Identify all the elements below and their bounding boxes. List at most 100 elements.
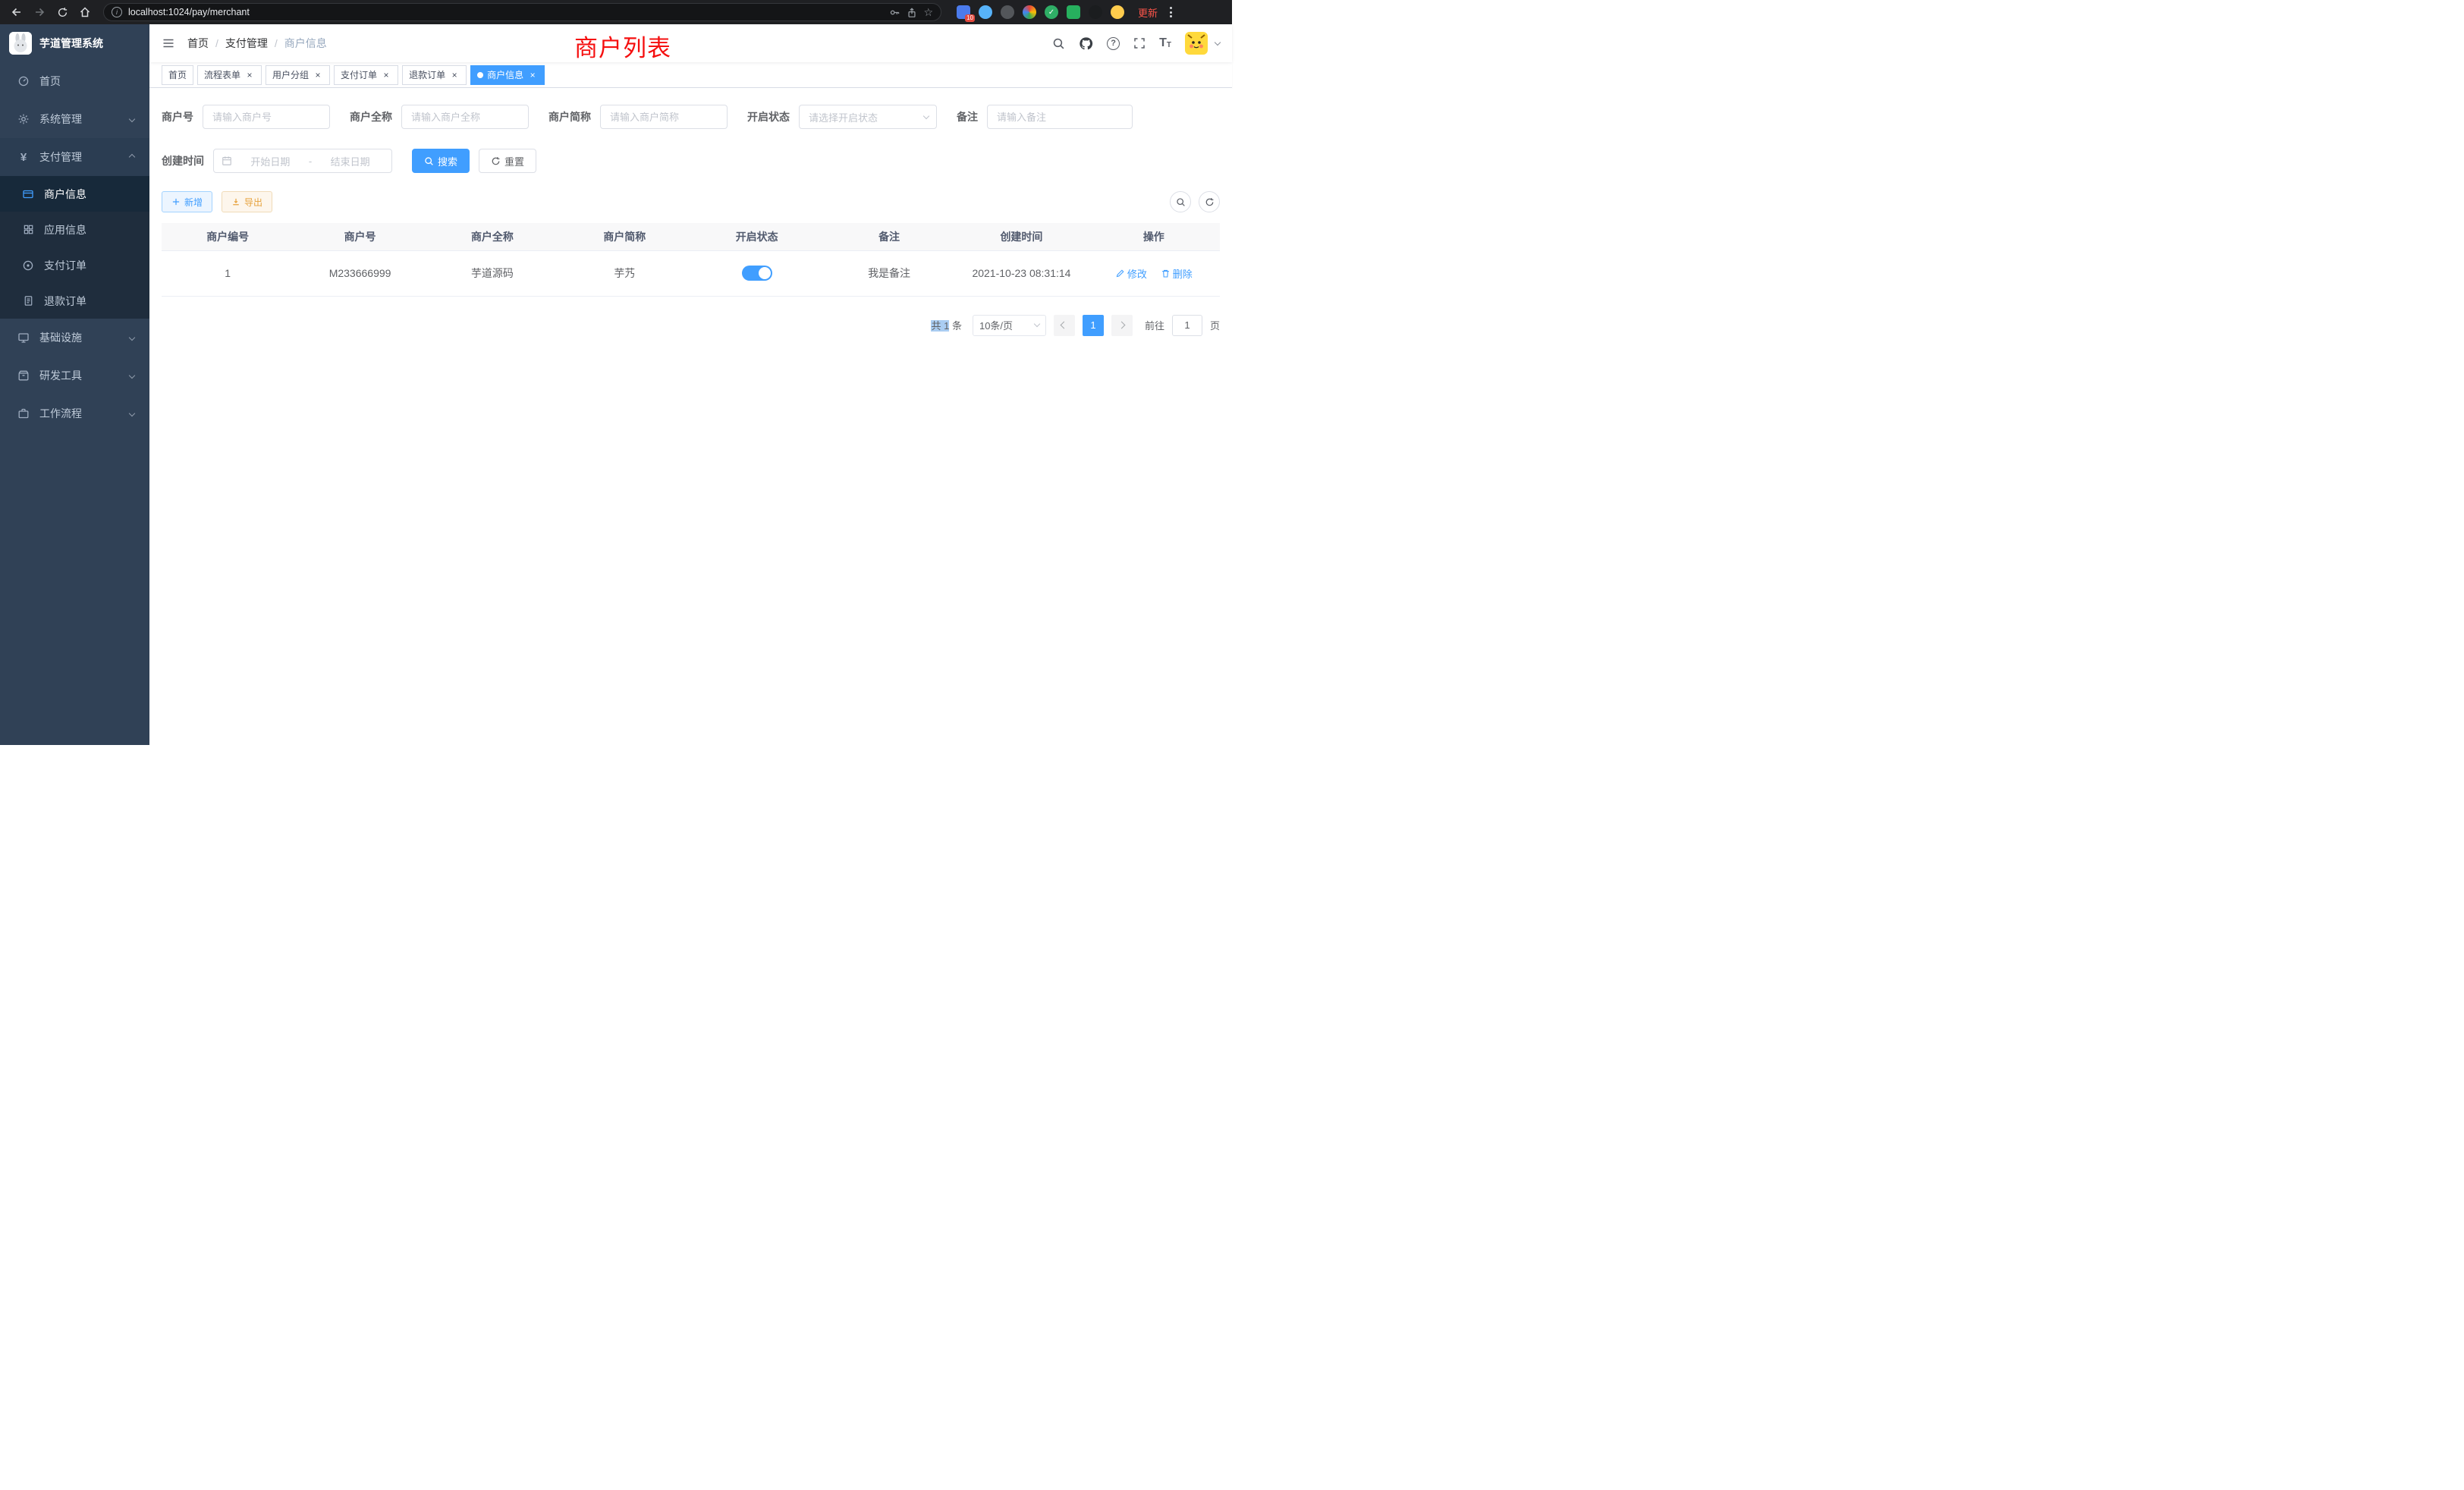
cell-full-name: 芋道源码 xyxy=(426,250,558,296)
close-icon[interactable]: × xyxy=(527,70,538,80)
app-logo[interactable]: 芋道管理系统 xyxy=(0,24,149,62)
table-tools xyxy=(1170,191,1220,212)
select-placeholder: 请选择开启状态 xyxy=(809,110,878,124)
sidebar-item-label: 首页 xyxy=(39,74,61,89)
column-header: 开启状态 xyxy=(691,223,823,250)
close-icon[interactable]: × xyxy=(313,70,323,80)
extension-icon[interactable] xyxy=(1089,5,1102,19)
sidebar-item-pay-order[interactable]: 支付订单 xyxy=(0,247,149,283)
sidebar-toggle-icon[interactable] xyxy=(162,36,175,50)
tab-merchant-info[interactable]: 商户信息 × xyxy=(470,65,545,85)
help-icon[interactable]: ? xyxy=(1107,37,1120,50)
full-name-input[interactable] xyxy=(401,105,529,129)
status-select[interactable]: 请选择开启状态 xyxy=(799,105,937,129)
tab-label: 首页 xyxy=(168,68,187,81)
search-button[interactable]: 搜索 xyxy=(412,149,470,173)
user-avatar[interactable] xyxy=(1185,32,1208,55)
avatar-caret-icon[interactable] xyxy=(1215,39,1221,45)
filter-remark: 备注 xyxy=(957,105,1133,129)
sidebar-item-merchant-info[interactable]: 商户信息 xyxy=(0,176,149,212)
tab-home[interactable]: 首页 xyxy=(162,65,193,85)
tab-label: 用户分组 xyxy=(272,68,309,81)
extension-icon[interactable]: 10 xyxy=(957,5,970,19)
page-number-button[interactable]: 1 xyxy=(1083,315,1104,336)
sidebar-item-devtools[interactable]: 研发工具 xyxy=(0,357,149,395)
short-name-input[interactable] xyxy=(600,105,728,129)
font-size-icon[interactable]: TT xyxy=(1159,37,1171,49)
sidebar-item-label: 系统管理 xyxy=(39,112,82,127)
date-range-picker[interactable]: 开始日期 - 结束日期 xyxy=(213,149,392,173)
browser-forward-icon[interactable] xyxy=(30,3,49,21)
page-size-select[interactable]: 10条/页 xyxy=(973,315,1046,336)
browser-back-icon[interactable] xyxy=(8,3,26,21)
breadcrumb-home[interactable]: 首页 xyxy=(187,36,209,51)
github-icon[interactable] xyxy=(1079,36,1093,51)
refresh-table-icon[interactable] xyxy=(1199,191,1220,212)
sidebar-item-payment[interactable]: ¥ 支付管理 xyxy=(0,138,149,176)
export-button[interactable]: 导出 xyxy=(222,191,272,212)
cell-actions: 修改 删除 xyxy=(1088,250,1220,296)
extension-icon[interactable] xyxy=(1001,5,1014,19)
date-end-placeholder: 结束日期 xyxy=(316,154,384,168)
extension-icon[interactable] xyxy=(1067,5,1080,19)
top-navbar: 首页 支付管理 商户信息 ? TT xyxy=(149,24,1232,62)
chevron-down-icon xyxy=(923,112,929,118)
goto-page-input[interactable] xyxy=(1172,315,1202,336)
tab-user-group[interactable]: 用户分组 × xyxy=(266,65,330,85)
sidebar-item-label: 工作流程 xyxy=(39,406,82,421)
extension-icon[interactable] xyxy=(1045,5,1058,19)
chevron-right-icon xyxy=(1118,322,1126,329)
breadcrumb-payment[interactable]: 支付管理 xyxy=(209,36,268,51)
browser-refresh-icon[interactable] xyxy=(53,3,71,21)
search-icon[interactable] xyxy=(1052,37,1065,50)
field-label: 备注 xyxy=(957,109,978,124)
sidebar-item-home[interactable]: 首页 xyxy=(0,62,149,100)
close-icon[interactable]: × xyxy=(244,70,255,80)
payment-submenu: 商户信息 应用信息 支付订单 xyxy=(0,176,149,319)
extension-icon[interactable] xyxy=(979,5,992,19)
next-page-button[interactable] xyxy=(1111,315,1133,336)
site-info-icon[interactable]: i xyxy=(112,7,122,17)
toggle-search-icon[interactable] xyxy=(1170,191,1191,212)
url-bar[interactable]: i localhost:1024/pay/merchant ☆ xyxy=(103,3,941,21)
status-toggle[interactable] xyxy=(742,266,772,281)
url-text[interactable]: localhost:1024/pay/merchant xyxy=(128,7,883,17)
add-button[interactable]: 新增 xyxy=(162,191,212,212)
close-icon[interactable]: × xyxy=(381,70,391,80)
tab-pay-order[interactable]: 支付订单 × xyxy=(334,65,398,85)
delete-link[interactable]: 删除 xyxy=(1161,266,1193,281)
share-icon[interactable] xyxy=(907,7,917,18)
extension-icon[interactable] xyxy=(1111,5,1124,19)
toolbox-icon xyxy=(15,369,32,382)
yen-icon: ¥ xyxy=(15,152,32,163)
remark-input[interactable] xyxy=(987,105,1133,129)
sidebar-item-app-info[interactable]: 应用信息 xyxy=(0,212,149,247)
browser-update-button[interactable]: 更新 xyxy=(1138,5,1158,20)
tab-process-form[interactable]: 流程表单 × xyxy=(197,65,262,85)
extension-icon[interactable] xyxy=(1023,5,1036,19)
password-key-icon[interactable] xyxy=(889,7,900,18)
column-header: 商户全称 xyxy=(426,223,558,250)
sidebar-item-refund-order[interactable]: 退款订单 xyxy=(0,283,149,319)
edit-link[interactable]: 修改 xyxy=(1115,266,1147,281)
prev-page-button[interactable] xyxy=(1054,315,1075,336)
merchant-no-input[interactable] xyxy=(203,105,330,129)
reset-button[interactable]: 重置 xyxy=(479,149,536,173)
sidebar-item-system[interactable]: 系统管理 xyxy=(0,100,149,138)
close-icon[interactable]: × xyxy=(449,70,460,80)
pagination-total-highlight: 共 1 xyxy=(931,320,949,332)
chevron-down-icon xyxy=(129,335,135,341)
cell-remark: 我是备注 xyxy=(823,250,955,296)
sidebar-item-infra[interactable]: 基础设施 xyxy=(0,319,149,357)
navbar-actions: ? TT xyxy=(1052,32,1220,55)
column-header: 商户简称 xyxy=(558,223,690,250)
browser-home-icon[interactable] xyxy=(76,3,94,21)
sidebar-item-workflow[interactable]: 工作流程 xyxy=(0,395,149,432)
fullscreen-icon[interactable] xyxy=(1133,37,1146,49)
browser-menu-icon[interactable] xyxy=(1170,7,1172,17)
tab-label: 支付订单 xyxy=(341,68,377,81)
bookmark-star-icon[interactable]: ☆ xyxy=(923,7,933,17)
filter-row-1: 商户号 商户全称 商户简称 开启状态 请选择开启状态 xyxy=(162,105,1220,129)
tab-refund-order[interactable]: 退款订单 × xyxy=(402,65,467,85)
chevron-down-icon xyxy=(129,116,135,122)
